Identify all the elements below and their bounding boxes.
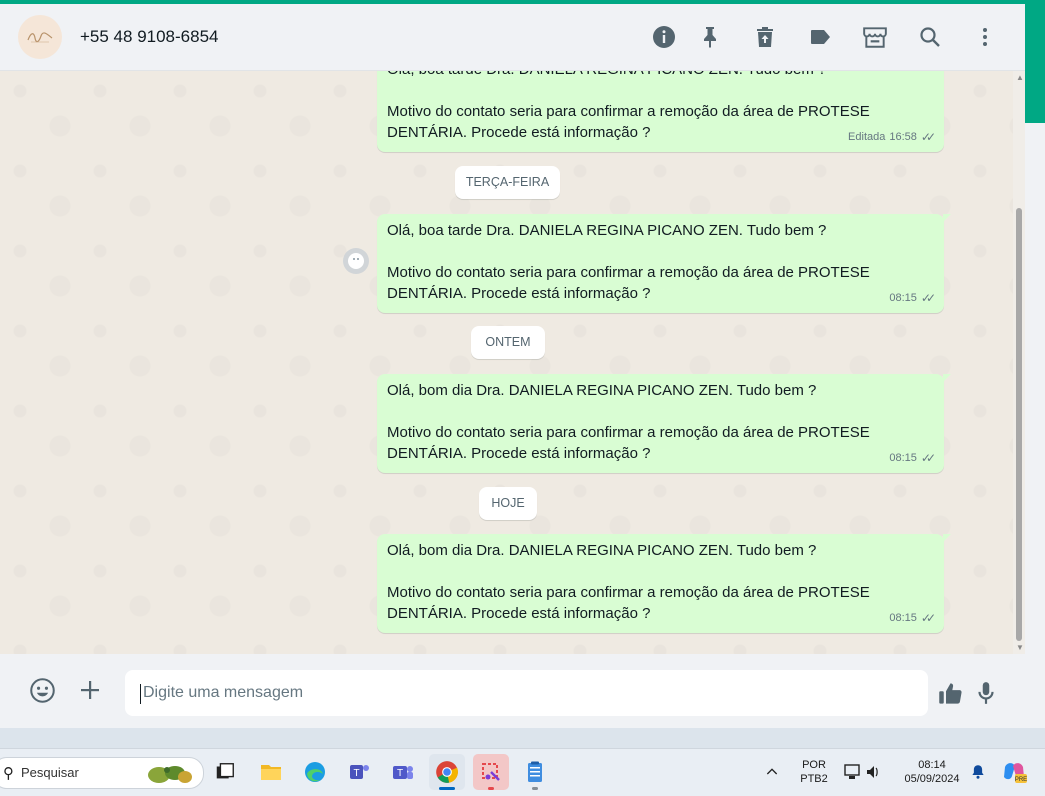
background-strip (1025, 123, 1045, 748)
show-hidden-icons-chevron-icon[interactable] (757, 754, 787, 790)
store-icon[interactable] (860, 22, 890, 52)
emoji-reaction-icon[interactable] (343, 248, 369, 274)
message-line: DENTÁRIA. Procede está informação ? (387, 445, 651, 462)
more-menu-icon[interactable] (970, 22, 1000, 52)
message-line: DENTÁRIA. Procede está informação ? (387, 605, 651, 622)
pin-icon[interactable] (695, 22, 725, 52)
message-bubble[interactable]: Olá, boa tarde Dra. DANIELA REGINA PICAN… (377, 71, 944, 152)
chat-area[interactable]: ▲ ▼ Olá, boa tarde Dra. DANIELA REGINA P… (0, 71, 1025, 654)
message-meta: Editada 16:58 ✓✓ (848, 127, 936, 148)
message-bubble[interactable]: Olá, boa tarde Dra. DANIELA REGINA PICAN… (377, 214, 951, 313)
message-meta: 08:15 ✓✓ (889, 608, 936, 629)
emoji-icon[interactable] (26, 674, 58, 706)
message-line: Motivo do contato seria para confirmar a… (387, 424, 870, 441)
edge-browser-icon[interactable] (297, 754, 333, 790)
date-separator: TERÇA-FEIRA (455, 166, 560, 199)
delete-icon[interactable] (750, 22, 780, 52)
network-volume-icons[interactable] (839, 754, 887, 790)
running-indicator (488, 787, 494, 790)
chrome-browser-icon[interactable] (429, 754, 465, 790)
message-time: 08:15 (889, 292, 917, 304)
chat-header: +55 48 9108-6854 (0, 4, 1025, 71)
message-box[interactable] (125, 670, 928, 716)
language-indicator[interactable]: POR PTB2 (795, 758, 833, 786)
taskbar-search[interactable]: ⚲ Pesquisar (0, 757, 204, 789)
date-separator: HOJE (479, 487, 537, 520)
search-icon[interactable] (915, 22, 945, 52)
composer-bar (0, 654, 1025, 728)
read-ticks-icon: ✓✓ (920, 130, 936, 144)
task-view-icon[interactable] (207, 754, 243, 790)
message-meta: 08:15 ✓✓ (889, 288, 936, 309)
contact-avatar[interactable] (18, 15, 62, 59)
search-highlight-icon (148, 766, 192, 783)
text-caret (140, 684, 141, 704)
message-line: Olá, bom dia Dra. DANIELA REGINA PICANO … (387, 542, 817, 559)
clock-time: 08:14 (918, 759, 946, 771)
clock-date: 05/09/2024 (904, 773, 960, 785)
microphone-icon[interactable] (970, 677, 1002, 709)
message-line: Olá, boa tarde Dra. DANIELA REGINA PICAN… (387, 222, 827, 239)
keyboard-layout: PTB2 (800, 773, 828, 785)
message-input[interactable] (125, 670, 928, 716)
avatar-logo-icon (27, 32, 53, 43)
message-line: Olá, bom dia Dra. DANIELA REGINA PICANO … (387, 382, 817, 399)
message-line: Motivo do contato seria para confirmar a… (387, 103, 870, 120)
language-code: POR (802, 759, 826, 771)
message-meta: 08:15 ✓✓ (889, 448, 936, 469)
message-time: 08:15 (889, 612, 917, 624)
notification-bell-icon[interactable] (964, 754, 992, 790)
copilot-icon[interactable]: PRE (997, 754, 1031, 790)
active-indicator (439, 787, 455, 790)
teams-icon[interactable]: T (385, 754, 421, 790)
attach-plus-icon[interactable] (74, 674, 106, 706)
message-line: Olá, boa tarde Dra. DANIELA REGINA PICAN… (387, 71, 934, 80)
notepad-icon[interactable] (517, 754, 553, 790)
scroll-down-arrow[interactable]: ▼ (1016, 643, 1024, 652)
read-ticks-icon: ✓✓ (920, 451, 936, 465)
taskbar-search-label: Pesquisar (21, 765, 79, 780)
scrollbar-thumb[interactable] (1016, 208, 1022, 641)
snipping-tool-icon[interactable] (473, 754, 509, 790)
clock[interactable]: 08:14 05/09/2024 (893, 758, 971, 786)
message-bubble[interactable]: Olá, bom dia Dra. DANIELA REGINA PICANO … (377, 374, 951, 473)
file-explorer-icon[interactable] (253, 754, 289, 790)
copilot-badge: PRE (1015, 777, 1027, 783)
message-line: Motivo do contato seria para confirmar a… (387, 584, 870, 601)
message-line: Motivo do contato seria para confirmar a… (387, 264, 870, 281)
window-accent-side (1025, 4, 1045, 123)
thumbs-up-icon[interactable] (934, 677, 966, 709)
message-time: 16:58 (889, 131, 917, 143)
message-bubble[interactable]: Olá, bom dia Dra. DANIELA REGINA PICANO … (377, 534, 951, 633)
message-time: 08:15 (889, 452, 917, 464)
scroll-up-arrow[interactable]: ▲ (1016, 73, 1024, 82)
windows-taskbar: ⚲ Pesquisar T T POR PTB2 08:14 05/09/202… (0, 748, 1045, 796)
svg-text:T: T (397, 768, 403, 779)
contact-name[interactable]: +55 48 9108-6854 (80, 27, 219, 47)
read-ticks-icon: ✓✓ (920, 611, 936, 625)
search-icon: ⚲ (3, 765, 14, 782)
running-indicator (532, 787, 538, 790)
desktop-gap (0, 728, 1045, 748)
label-icon[interactable] (805, 22, 835, 52)
teams-classic-icon[interactable]: T (341, 754, 377, 790)
svg-text:T: T (353, 768, 359, 779)
message-line: DENTÁRIA. Procede está informação ? (387, 285, 651, 302)
read-ticks-icon: ✓✓ (920, 291, 936, 305)
edited-label: Editada (848, 131, 886, 143)
date-separator: ONTEM (471, 326, 545, 359)
info-icon[interactable] (649, 22, 679, 52)
